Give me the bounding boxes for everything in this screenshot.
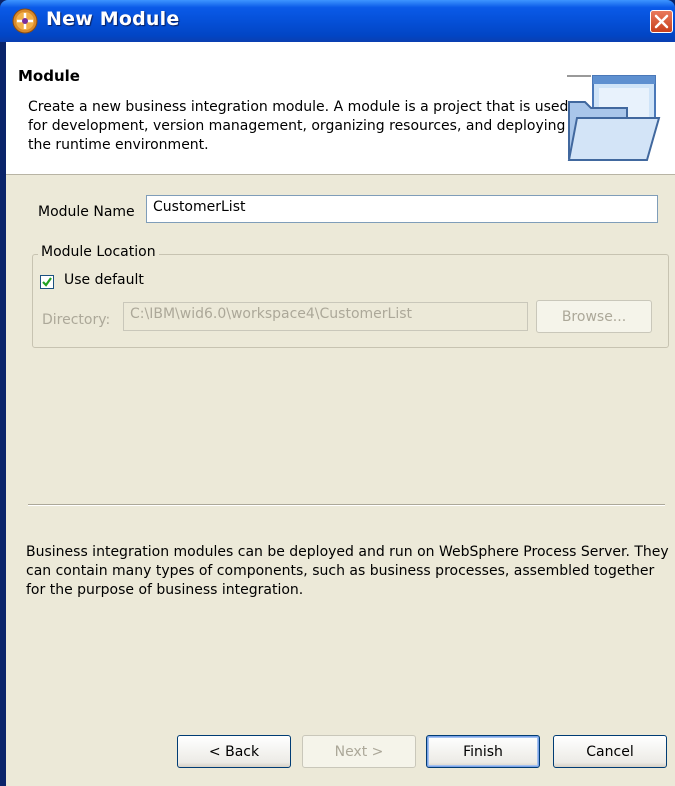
page-title: Module bbox=[18, 67, 80, 85]
window-title: New Module bbox=[46, 8, 180, 30]
separator bbox=[28, 504, 665, 506]
title-bar[interactable]: New Module bbox=[0, 0, 675, 42]
folder-icon bbox=[567, 75, 661, 161]
cancel-button[interactable]: Cancel bbox=[553, 735, 667, 768]
close-button[interactable] bbox=[650, 10, 673, 33]
info-text: Business integration modules can be depl… bbox=[26, 544, 669, 598]
page-description: Create a new business integration module… bbox=[28, 99, 584, 153]
browse-button[interactable]: Browse... bbox=[536, 300, 652, 333]
dialog-window: New Module Module Create a new business … bbox=[0, 0, 675, 786]
module-name-input[interactable]: CustomerList bbox=[146, 195, 658, 223]
back-button[interactable]: < Back bbox=[177, 735, 291, 768]
directory-input[interactable]: C:\IBM\wid6.0\workspace4\CustomerList bbox=[123, 302, 528, 331]
wizard-header: Module Create a new business integration… bbox=[6, 42, 675, 175]
use-default-label: Use default bbox=[64, 272, 144, 288]
dialog-body: Module Create a new business integration… bbox=[6, 42, 675, 786]
module-location-legend: Module Location bbox=[38, 244, 159, 260]
app-icon bbox=[12, 8, 38, 34]
close-icon bbox=[654, 14, 669, 29]
directory-label: Directory: bbox=[42, 312, 111, 328]
checkmark-icon bbox=[42, 277, 52, 287]
finish-button[interactable]: Finish bbox=[426, 735, 540, 768]
use-default-checkbox[interactable] bbox=[40, 275, 54, 289]
module-name-label: Module Name bbox=[38, 204, 135, 220]
next-button[interactable]: Next > bbox=[302, 735, 416, 768]
